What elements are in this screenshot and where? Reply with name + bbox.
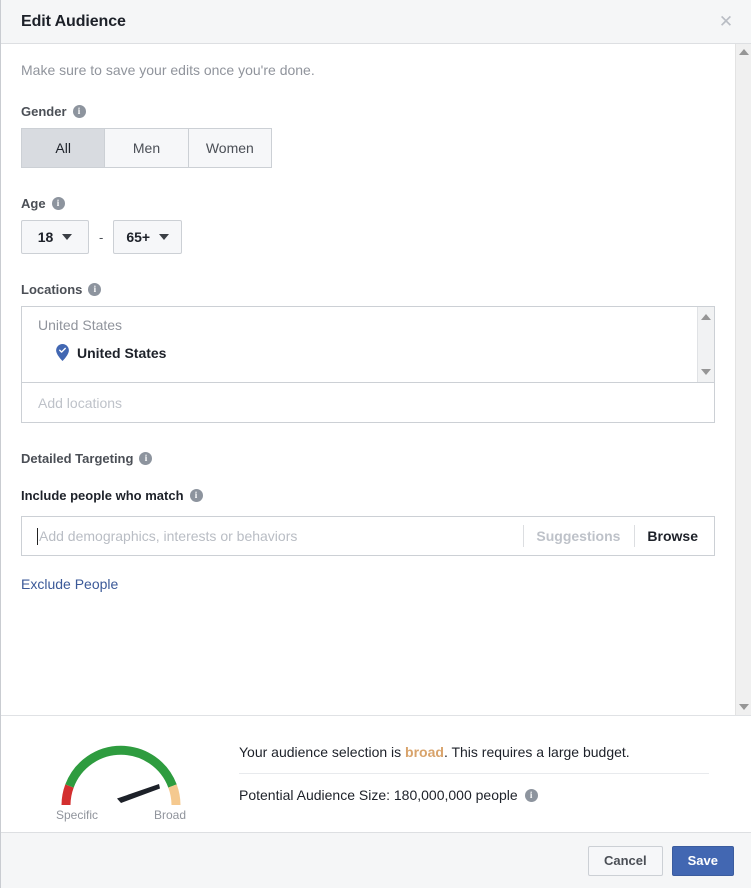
age-min-value: 18 (37, 229, 54, 245)
locations-label-text: Locations (21, 282, 83, 297)
gauge-label-specific: Specific (56, 808, 99, 822)
page-title: Edit Audience (21, 12, 126, 30)
gauge-captions: Specific Broad (56, 808, 186, 822)
cancel-button[interactable]: Cancel (587, 845, 663, 876)
detailed-targeting-info-icon[interactable]: i (139, 452, 153, 465)
age-separator: - (99, 229, 104, 245)
dialog-header: Edit Audience ✕ (1, 0, 751, 44)
locations-list-box: United States United States (21, 306, 715, 383)
gauge-chart (61, 745, 181, 806)
scroll-up-icon[interactable] (698, 309, 714, 325)
scroll-content: Make sure to save your edits once you're… (1, 44, 735, 715)
audience-summary: Your audience selection is broad. This r… (239, 732, 731, 803)
gender-segmented-control: All Men Women (21, 128, 272, 168)
chevron-down-icon (159, 234, 170, 240)
add-locations-input[interactable]: Add locations (21, 383, 715, 423)
audience-gauge: Specific Broad (21, 732, 221, 822)
include-people-label-text: Include people who match (21, 488, 184, 503)
age-max-value: 65+ (126, 229, 151, 245)
summary-suffix: . This requires a large budget. (443, 744, 630, 760)
age-min-select[interactable]: 18 (21, 220, 89, 254)
gender-option-all[interactable]: All (21, 128, 106, 168)
detailed-targeting-label: Detailed Targeting i (21, 451, 715, 466)
locations-info-icon[interactable]: i (88, 283, 102, 296)
map-pin-icon (56, 344, 69, 361)
divider (634, 525, 636, 547)
exclude-people-link[interactable]: Exclude People (21, 576, 118, 592)
divider (523, 525, 525, 547)
age-label-text: Age (21, 196, 46, 211)
save-button[interactable]: Save (671, 845, 734, 876)
scroll-up-icon[interactable] (736, 44, 751, 60)
dialog-body: Make sure to save your edits once you're… (1, 44, 751, 715)
potential-audience-size-text: Potential Audience Size: 180,000,000 peo… (239, 787, 518, 803)
gauge-label-broad: Broad (153, 808, 186, 822)
locations-list: United States United States (22, 307, 697, 382)
intro-text: Make sure to save your edits once you're… (21, 62, 315, 78)
gender-option-men[interactable]: Men (104, 128, 189, 168)
detailed-targeting-input-row: Add demographics, interests or behaviors… (21, 516, 715, 556)
age-label: Age i (21, 196, 715, 211)
dialog-action-bar: Cancel Save (1, 832, 751, 888)
locations-group-title: United States (38, 317, 123, 333)
close-icon[interactable]: ✕ (715, 11, 737, 33)
gender-label-text: Gender (21, 104, 67, 119)
scroll-down-icon[interactable] (698, 364, 714, 380)
edit-audience-dialog: Edit Audience ✕ Make sure to save your e… (0, 0, 751, 888)
window-scrollbar[interactable] (735, 44, 751, 715)
scroll-down-icon[interactable] (736, 699, 751, 715)
audience-summary-text: Your audience selection is broad. This r… (239, 744, 709, 773)
locations-scrollbar[interactable] (697, 307, 714, 382)
browse-button[interactable]: Browse (647, 528, 714, 544)
age-info-icon[interactable]: i (51, 197, 65, 210)
status-badge: broad (405, 744, 444, 760)
text-cursor (37, 527, 38, 545)
summary-prefix: Your audience selection is (239, 744, 406, 760)
suggestions-button[interactable]: Suggestions (536, 528, 622, 544)
include-people-label: Include people who match i (21, 488, 715, 503)
include-people-info-icon[interactable]: i (189, 489, 203, 502)
locations-label: Locations i (21, 282, 715, 297)
audience-size-info-icon[interactable]: i (524, 788, 538, 802)
potential-audience-size: Potential Audience Size: 180,000,000 peo… (239, 774, 709, 803)
detailed-targeting-label-text: Detailed Targeting (21, 451, 134, 466)
gender-option-women[interactable]: Women (187, 128, 272, 168)
gender-info-icon[interactable]: i (72, 105, 86, 118)
chevron-down-icon (62, 234, 73, 240)
detailed-targeting-input[interactable]: Add demographics, interests or behaviors (39, 528, 511, 544)
age-range-row: 18 - 65+ (21, 220, 715, 254)
location-name: United States (77, 344, 167, 361)
gender-label: Gender i (21, 104, 715, 119)
age-max-select[interactable]: 65+ (113, 220, 183, 254)
list-item[interactable]: United States (38, 344, 685, 361)
audience-meter-footer: Specific Broad Your audience selection i… (1, 715, 751, 832)
